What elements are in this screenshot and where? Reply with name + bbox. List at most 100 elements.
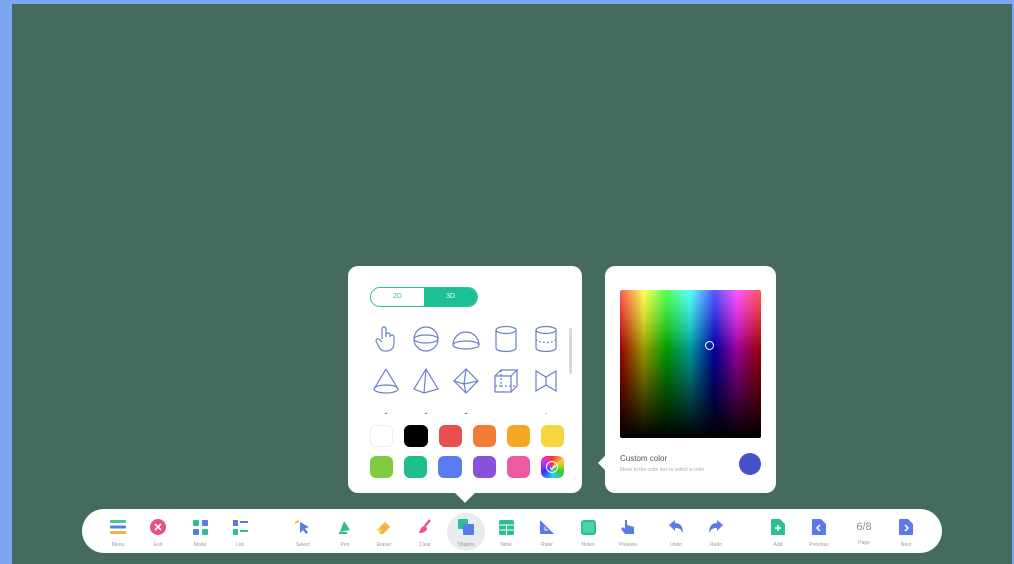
swatch-black[interactable] (404, 425, 428, 447)
picker-overlay (620, 290, 761, 438)
ruler-label: Ruler (541, 542, 553, 548)
dimension-toggle[interactable]: 2D 3D (370, 287, 478, 307)
preview-label: Preview (619, 542, 637, 548)
swatch-orange[interactable] (472, 425, 496, 447)
exit-label: Exit (153, 542, 163, 548)
shape-list-scrollbar[interactable] (569, 328, 572, 374)
undo-label: Undo (670, 542, 682, 548)
cube-icon[interactable] (486, 363, 526, 399)
shapes-label: Shapes (457, 542, 475, 548)
prism-icon[interactable] (526, 363, 566, 399)
redo-label: Redo (710, 542, 722, 548)
ruler-icon (538, 518, 556, 536)
cone-icon[interactable] (366, 363, 406, 399)
pyramid-icon[interactable] (406, 363, 446, 399)
next-page-icon (897, 518, 915, 536)
custom-color-hint: Move to the color box to select a color (620, 467, 705, 473)
mode-icon (191, 518, 209, 536)
pen-label: Pen (340, 542, 350, 548)
page-number: 6/8 (856, 521, 872, 533)
select-button[interactable]: Select (283, 509, 323, 553)
add-page-label: Add (773, 542, 783, 548)
swatch-blue[interactable] (438, 456, 462, 478)
swatch-row (370, 456, 565, 478)
add-page-button[interactable]: Add (758, 509, 798, 553)
tetra-partial-icon[interactable] (446, 405, 486, 414)
page-label: Page (858, 540, 870, 546)
mode-label: Mode (193, 542, 207, 548)
hand-icon[interactable] (366, 321, 406, 357)
previous-page-label: Previous (809, 542, 829, 548)
shape-row (366, 360, 566, 402)
previous-page-icon (810, 518, 828, 536)
swatch-yellow[interactable] (540, 425, 564, 447)
shapes-panel: 2D 3D (348, 266, 582, 493)
wedge-partial-icon[interactable] (526, 405, 566, 414)
window-frame: 2D 3D Custom color Move to the color box… (0, 0, 1014, 564)
box-partial-icon[interactable] (486, 405, 526, 414)
swatch-row (370, 425, 564, 447)
octahedron-icon[interactable] (446, 363, 486, 399)
bottom-toolbar: Menu Exit Mode List Select Pen Eraser Cl… (82, 509, 942, 553)
custom-color-label: Custom color (620, 454, 668, 463)
clear-icon (416, 518, 434, 536)
clear-label: Clear (419, 542, 431, 548)
redo-button[interactable]: Redo (696, 509, 736, 553)
swatch-green[interactable] (370, 456, 394, 478)
cylinder-outline-icon[interactable] (526, 321, 566, 357)
selected-color-preview (739, 453, 761, 475)
custom-color-panel: Custom color Move to the color box to se… (605, 266, 776, 493)
eraser-button[interactable]: Eraser (364, 509, 404, 553)
tab-3d[interactable]: 3D (424, 288, 477, 306)
swatch-red[interactable] (438, 425, 462, 447)
menu-button[interactable]: Menu (98, 509, 138, 553)
table-label: Table (500, 542, 512, 548)
swatch-amber[interactable] (506, 425, 530, 447)
notes-label: Notes (581, 542, 595, 548)
shape-row (366, 318, 566, 360)
tab-2d[interactable]: 2D (371, 288, 424, 306)
sphere-icon[interactable] (406, 321, 446, 357)
exit-button[interactable]: Exit (138, 509, 178, 553)
menu-icon (109, 518, 127, 536)
preview-button[interactable]: Preview (608, 509, 648, 553)
mode-button[interactable]: Mode (180, 509, 220, 553)
select-icon (294, 518, 312, 536)
picker-cursor[interactable] (705, 341, 714, 350)
clear-button[interactable]: Clear (405, 509, 445, 553)
undo-icon (667, 518, 685, 536)
next-page-button[interactable]: Next (886, 509, 926, 553)
pen-button[interactable]: Pen (325, 509, 365, 553)
color-swatches (370, 425, 565, 487)
list-label: List (236, 542, 244, 548)
list-icon (231, 518, 249, 536)
previous-page-button[interactable]: Previous (799, 509, 839, 553)
swatch-white[interactable] (370, 425, 394, 447)
undo-button[interactable]: Undo (656, 509, 696, 553)
menu-label: Menu (111, 542, 125, 548)
swatch-custom-rainbow[interactable] (540, 456, 565, 478)
cylinder-icon[interactable] (486, 321, 526, 357)
table-button[interactable]: Table (486, 509, 526, 553)
notes-icon (579, 518, 597, 536)
redo-icon (707, 518, 725, 536)
color-picker-area[interactable] (620, 290, 761, 438)
preview-icon (619, 518, 637, 536)
ruler-button[interactable]: Ruler (527, 509, 567, 553)
cone-partial-icon[interactable] (366, 405, 406, 414)
pen-icon (336, 518, 354, 536)
shapes-icon (457, 518, 475, 536)
next-page-label: Next (900, 542, 912, 548)
select-label: Select (296, 542, 310, 548)
shapes-button[interactable]: Shapes (446, 509, 486, 553)
eraser-label: Eraser (376, 542, 392, 548)
swatch-teal[interactable] (404, 456, 428, 478)
add-page-icon (769, 518, 787, 536)
page-indicator[interactable]: 6/8 Page (844, 509, 884, 553)
swatch-purple[interactable] (472, 456, 496, 478)
list-button[interactable]: List (220, 509, 260, 553)
hemisphere-icon[interactable] (446, 321, 486, 357)
pyramid-partial-icon[interactable] (406, 405, 446, 414)
swatch-pink[interactable] (506, 456, 530, 478)
notes-button[interactable]: Notes (568, 509, 608, 553)
